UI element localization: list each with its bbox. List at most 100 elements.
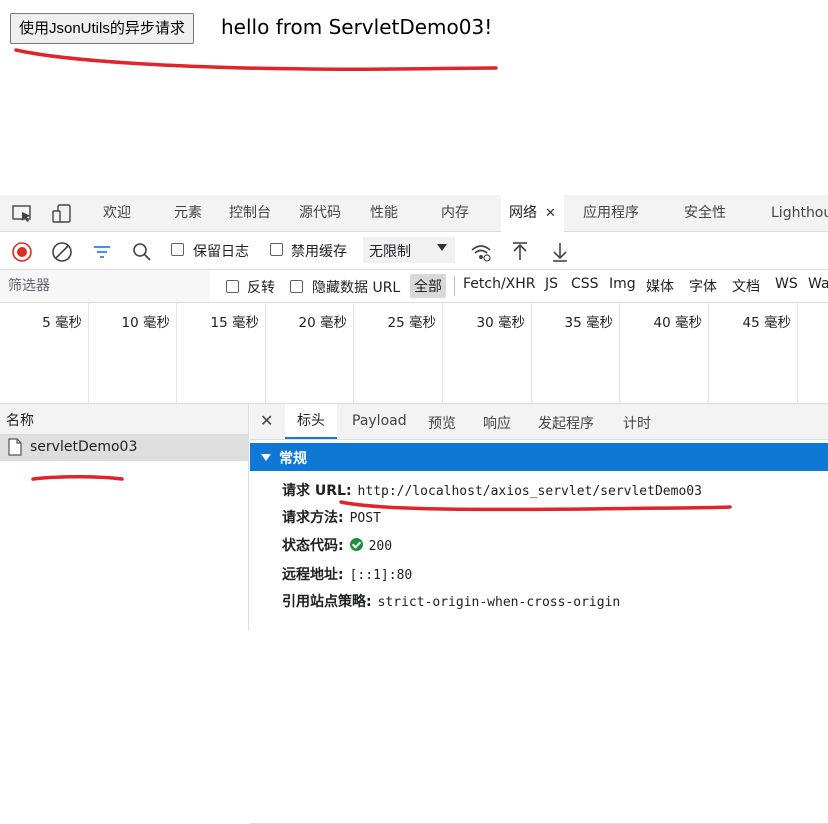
response-text: hello from ServletDemo03! — [221, 15, 493, 39]
tab-console[interactable]: 控制台 — [229, 195, 271, 232]
tab-headers[interactable]: 标头 — [285, 404, 337, 439]
disable-cache-checkbox[interactable] — [270, 243, 283, 256]
remote-address-row: 远程地址: [::1]:80 — [282, 564, 412, 584]
remote-address-value: [::1]:80 — [349, 568, 413, 583]
request-method-row: 请求方法: POST — [282, 507, 381, 527]
filter-type-all[interactable]: 全部 — [410, 274, 446, 298]
timeline-tick: 25 毫秒 — [354, 303, 443, 403]
status-code-key: 状态代码: — [282, 538, 344, 554]
network-conditions-icon[interactable] — [470, 241, 492, 263]
chevron-down-icon — [437, 244, 447, 251]
filter-type-js[interactable]: JS — [545, 276, 558, 292]
tab-security[interactable]: 安全性 — [684, 195, 726, 232]
timeline-overview[interactable]: 5 毫秒 10 毫秒 15 毫秒 20 毫秒 25 毫秒 30 毫秒 35 毫秒… — [0, 303, 828, 404]
request-url-row: 请求 URL: http://localhost/axios_servlet/se… — [282, 480, 702, 500]
referrer-policy-row: 引用站点策略: strict-origin-when-cross-origin — [282, 591, 620, 611]
timeline-tick: 15 毫秒 — [177, 303, 266, 403]
request-url-key: 请求 URL: — [282, 483, 352, 499]
inspect-element-icon[interactable] — [12, 204, 34, 224]
request-row[interactable]: servletDemo03 — [0, 435, 248, 461]
timeline-tick: 5 毫秒 — [0, 303, 89, 403]
tab-preview[interactable]: 预览 — [428, 413, 456, 433]
tab-response[interactable]: 响应 — [483, 413, 511, 433]
network-toolbar: 保留日志 禁用缓存 无限制 — [0, 232, 828, 270]
name-column-label: 名称 — [6, 413, 34, 429]
status-ok-icon — [349, 538, 363, 551]
status-code-row: 状态代码: 200 — [282, 535, 392, 555]
divider — [454, 276, 455, 296]
filter-icon[interactable] — [91, 241, 113, 263]
preserve-log-checkbox[interactable] — [171, 243, 184, 256]
name-column-header[interactable]: 名称 — [0, 404, 248, 435]
export-har-icon[interactable] — [549, 241, 571, 263]
invert-checkbox[interactable] — [226, 280, 239, 293]
record-icon[interactable] — [11, 241, 33, 263]
filter-type-ws[interactable]: WS — [775, 276, 798, 292]
async-request-button[interactable]: 使用JsonUtils的异步请求 — [10, 13, 194, 44]
tab-welcome[interactable]: 欢迎 — [103, 195, 131, 232]
tick-label: 5 毫秒 — [42, 315, 82, 331]
document-icon — [8, 438, 22, 456]
import-har-icon[interactable] — [509, 241, 531, 263]
tab-payload[interactable]: Payload — [352, 413, 407, 429]
tick-label: 40 毫秒 — [653, 315, 702, 331]
timeline-tick: 35 毫秒 — [532, 303, 620, 403]
browser-page: 使用JsonUtils的异步请求 hello from ServletDemo0… — [0, 0, 828, 195]
filter-type-wasm[interactable]: Wa — [808, 276, 828, 292]
tick-label: 15 毫秒 — [210, 315, 259, 331]
filter-type-font[interactable]: 字体 — [689, 276, 717, 296]
timeline-tick: 10 毫秒 — [89, 303, 177, 403]
tab-memory[interactable]: 内存 — [441, 195, 469, 232]
close-icon[interactable]: ✕ — [545, 206, 556, 221]
invert-label: 反转 — [247, 280, 275, 296]
search-icon[interactable] — [131, 241, 153, 263]
timeline-tick: 40 毫秒 — [620, 303, 709, 403]
tab-timing[interactable]: 计时 — [623, 413, 651, 433]
disable-cache-label: 禁用缓存 — [291, 244, 347, 260]
tick-label: 10 毫秒 — [121, 315, 170, 331]
clear-icon[interactable] — [51, 241, 73, 263]
status-code-value: 200 — [368, 539, 393, 554]
tick-label: 30 毫秒 — [476, 315, 525, 331]
throttling-select[interactable]: 无限制 — [363, 237, 455, 263]
request-method-key: 请求方法: — [282, 510, 344, 526]
remote-address-key: 远程地址: — [282, 567, 344, 583]
request-details: ✕ 标头 Payload 预览 响应 发起程序 计时 常规 请求 URL: htt… — [250, 404, 828, 824]
devtools-panel: 欢迎 元素 控制台 源代码 性能 内存 网络 ✕ 应用程序 安全性 Lightho… — [0, 195, 828, 824]
device-toolbar-icon[interactable] — [51, 204, 73, 224]
tab-network-label: 网络 — [509, 205, 537, 221]
tab-elements[interactable]: 元素 — [174, 195, 202, 232]
filter-type-doc[interactable]: 文档 — [732, 276, 760, 296]
general-section-title: 常规 — [279, 451, 307, 467]
hide-data-urls-label: 隐藏数据 URL — [312, 280, 401, 296]
filter-type-fetch-xhr[interactable]: Fetch/XHR — [463, 276, 536, 292]
timeline-tick: 45 毫秒 — [709, 303, 798, 403]
tab-network[interactable]: 网络 ✕ — [501, 195, 564, 232]
tick-label: 45 毫秒 — [742, 315, 791, 331]
request-list: 名称 servletDemo03 — [0, 404, 249, 630]
close-details-icon[interactable]: ✕ — [260, 411, 273, 430]
filter-bar: 反转 隐藏数据 URL 全部 Fetch/XHR JS CSS Img 媒体 字… — [0, 270, 828, 303]
throttling-value: 无限制 — [369, 244, 411, 260]
request-name: servletDemo03 — [30, 439, 138, 455]
request-method-value: POST — [349, 511, 381, 526]
general-section-header[interactable]: 常规 — [250, 443, 828, 471]
filter-type-img[interactable]: Img — [609, 276, 636, 292]
filter-input[interactable] — [0, 270, 210, 302]
tab-sources[interactable]: 源代码 — [299, 195, 341, 232]
timeline-tick: 30 毫秒 — [443, 303, 532, 403]
devtools-tabbar: 欢迎 元素 控制台 源代码 性能 内存 网络 ✕ 应用程序 安全性 Lightho… — [0, 195, 828, 232]
tab-lighthouse[interactable]: Lighthou — [771, 195, 828, 232]
timeline-tick: 20 毫秒 — [266, 303, 354, 403]
tick-label: 25 毫秒 — [387, 315, 436, 331]
tick-label: 20 毫秒 — [298, 315, 347, 331]
filter-type-css[interactable]: CSS — [571, 276, 599, 292]
hide-data-urls-checkbox[interactable] — [290, 280, 303, 293]
details-tabbar: ✕ 标头 Payload 预览 响应 发起程序 计时 — [250, 404, 828, 440]
tab-performance[interactable]: 性能 — [370, 195, 398, 232]
tab-application[interactable]: 应用程序 — [583, 195, 639, 232]
request-url-value: http://localhost/axios_servlet/servletDe… — [357, 484, 702, 499]
filter-type-media[interactable]: 媒体 — [646, 276, 674, 296]
tick-label: 35 毫秒 — [564, 315, 613, 331]
tab-initiator[interactable]: 发起程序 — [538, 413, 594, 433]
